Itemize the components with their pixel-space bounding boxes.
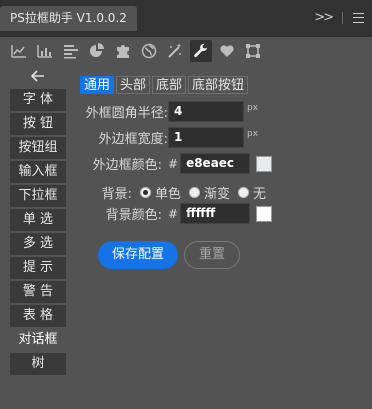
title-bar: PS拉框助手 V1.0.0.2 >> bbox=[0, 0, 372, 37]
bg-color-hash: # bbox=[168, 206, 179, 221]
globe-icon[interactable] bbox=[138, 40, 160, 62]
chart-bar-icon[interactable] bbox=[34, 40, 56, 62]
collapse-icon[interactable]: >> bbox=[314, 10, 334, 25]
background-option-none-label: 无 bbox=[253, 187, 267, 202]
tab-footer[interactable]: 底部 bbox=[152, 76, 187, 94]
title-bar-controls: >> bbox=[314, 10, 364, 25]
sidebar-item-input[interactable]: 输入框 bbox=[10, 161, 66, 183]
radius-label: 外框圆角半径: bbox=[85, 106, 168, 121]
arrow-left-icon bbox=[31, 70, 44, 82]
border-width-unit: px bbox=[247, 128, 259, 139]
background-option-gradient[interactable]: 渐变 bbox=[189, 183, 230, 202]
background-row: 背景: 单色 渐变 无 bbox=[82, 183, 266, 202]
back-button[interactable] bbox=[10, 65, 66, 87]
chart-line-icon[interactable] bbox=[8, 40, 30, 62]
wrench-icon[interactable] bbox=[190, 40, 212, 62]
border-color-input[interactable]: e8eaec bbox=[180, 153, 251, 174]
tab-header[interactable]: 头部 bbox=[116, 76, 151, 94]
sidebar-item-table[interactable]: 表 格 bbox=[10, 305, 66, 327]
tab-footer-buttons[interactable]: 底部按钮 bbox=[188, 76, 249, 94]
panel-menu-icon[interactable] bbox=[353, 12, 364, 23]
icon-toolbar bbox=[0, 37, 372, 64]
bg-color-row: 背景颜色: # ffffff bbox=[82, 203, 273, 224]
border-width-row: 外边框宽度: 1 px bbox=[82, 127, 258, 148]
divider bbox=[342, 11, 343, 24]
border-width-label: 外边框宽度: bbox=[98, 132, 168, 147]
tab-general[interactable]: 通用 bbox=[80, 76, 115, 94]
sidebar-item-radio[interactable]: 单 选 bbox=[10, 209, 66, 231]
sidebar-item-alert[interactable]: 警 告 bbox=[10, 281, 66, 303]
bg-color-label: 背景颜色: bbox=[105, 208, 162, 223]
background-option-solid-label: 单色 bbox=[155, 187, 182, 202]
radio-checked-icon bbox=[140, 187, 151, 198]
align-left-icon[interactable] bbox=[60, 40, 82, 62]
background-label: 背景: bbox=[101, 187, 132, 202]
pie-chart-icon[interactable] bbox=[86, 40, 108, 62]
sidebar-item-font[interactable]: 字 体 bbox=[10, 89, 66, 111]
border-width-input[interactable]: 1 bbox=[168, 127, 244, 148]
panel-tab[interactable]: PS拉框助手 V1.0.0.2 bbox=[0, 6, 137, 31]
border-color-label: 外边框颜色: bbox=[92, 158, 162, 173]
radio-unchecked-icon bbox=[189, 187, 201, 198]
sidebar-item-tree[interactable]: 树 bbox=[10, 353, 66, 375]
radio-unchecked-icon bbox=[238, 187, 250, 198]
border-color-hash: # bbox=[168, 156, 179, 171]
sidebar-item-button[interactable]: 按 钮 bbox=[10, 113, 66, 135]
radius-unit: px bbox=[247, 102, 259, 113]
puzzle-icon[interactable] bbox=[112, 40, 134, 62]
sidebar-item-button-group[interactable]: 按钮组 bbox=[10, 137, 66, 159]
magic-wand-icon[interactable] bbox=[164, 40, 186, 62]
sidebar-item-checkbox[interactable]: 多 选 bbox=[10, 233, 66, 255]
background-option-none[interactable]: 无 bbox=[238, 183, 266, 202]
background-option-gradient-label: 渐变 bbox=[204, 187, 231, 202]
border-color-row: 外边框颜色: # e8eaec bbox=[82, 153, 273, 174]
bg-color-swatch[interactable] bbox=[256, 205, 273, 222]
radius-row: 外框圆角半径: 4 px bbox=[82, 101, 258, 122]
component-sidebar: 字 体 按 钮 按钮组 输入框 下拉框 单 选 多 选 提 示 警 告 表 格 … bbox=[10, 65, 66, 375]
heart-icon[interactable] bbox=[216, 40, 238, 62]
bg-color-input[interactable]: ffffff bbox=[180, 203, 251, 224]
background-option-solid[interactable]: 单色 bbox=[140, 183, 181, 202]
settings-tabs: 通用 头部 底部 底部按钮 bbox=[80, 76, 249, 94]
reset-button[interactable]: 重置 bbox=[184, 241, 240, 269]
save-config-button[interactable]: 保存配置 bbox=[98, 241, 178, 269]
vector-shape-icon[interactable] bbox=[242, 40, 264, 62]
sidebar-item-dropdown[interactable]: 下拉框 bbox=[10, 185, 66, 207]
border-color-swatch[interactable] bbox=[256, 155, 273, 172]
radius-input[interactable]: 4 bbox=[168, 101, 244, 122]
sidebar-item-tooltip[interactable]: 提 示 bbox=[10, 257, 66, 279]
sidebar-item-dialog[interactable]: 对话框 bbox=[10, 329, 66, 351]
